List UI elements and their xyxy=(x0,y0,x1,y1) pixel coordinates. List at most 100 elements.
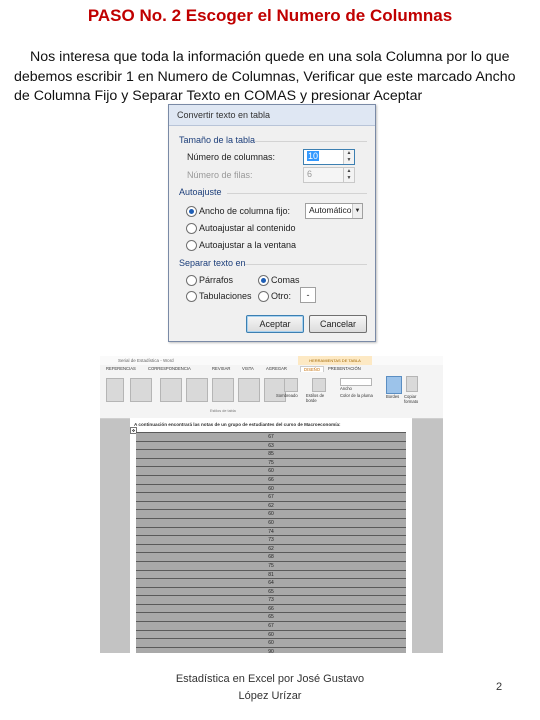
fixed-width-label: Ancho de columna fijo: xyxy=(199,206,291,216)
tab-revisar[interactable]: REVISAR xyxy=(212,366,230,371)
format-painter-icon[interactable] xyxy=(406,376,418,392)
word-ribbon: Serial de Estadística - Word HERRAMIENTA… xyxy=(100,356,443,419)
shading-label: Sombreado xyxy=(276,393,298,398)
document-page: A continuación encontrará las notas de u… xyxy=(130,418,412,653)
other-separator-input[interactable]: - xyxy=(300,287,316,303)
table-row[interactable]: 65 xyxy=(136,612,406,622)
paragraphs-radio[interactable] xyxy=(186,275,197,286)
table-style-thumb-icon[interactable] xyxy=(212,378,234,402)
ok-button[interactable]: Aceptar xyxy=(246,315,304,333)
grade-cell: 64 xyxy=(268,580,274,587)
fixed-width-radio[interactable] xyxy=(186,206,197,217)
table-row[interactable]: 65 xyxy=(136,586,406,596)
table-style-thumb-icon[interactable] xyxy=(186,378,208,402)
tab-agregar[interactable]: AGREGAR xyxy=(266,366,287,371)
spinner-arrows-icon: ▲ ▼ xyxy=(343,168,354,182)
grade-cell: 63 xyxy=(268,442,274,449)
table-row[interactable]: 75 xyxy=(136,560,406,570)
autofit-content-label: Autoajustar al contenido xyxy=(199,223,296,233)
tab-presentacion[interactable]: PRESENTACIÓN xyxy=(328,366,361,371)
table-row[interactable]: 60 xyxy=(136,517,406,527)
fixed-width-value: Automático xyxy=(309,205,352,215)
line-style-combo[interactable] xyxy=(340,378,372,386)
table-row[interactable]: 60 xyxy=(136,483,406,493)
table-size-group-label: Tamaño de la tabla xyxy=(179,135,256,145)
table-row[interactable]: 67 xyxy=(136,492,406,501)
page-title: PASO No. 2 Escoger el Numero de Columnas xyxy=(87,6,453,25)
table-row[interactable]: 67 xyxy=(136,621,406,630)
table-row[interactable]: 64 xyxy=(136,578,406,587)
pen-color-label: Color de la pluma xyxy=(340,393,373,398)
ribbon-group-label: Estilos de tabla xyxy=(210,409,236,413)
table-row[interactable]: 67 xyxy=(136,432,406,441)
grade-cell: 67 xyxy=(268,623,274,630)
table-row[interactable]: 74 xyxy=(136,526,406,536)
cancel-button[interactable]: Cancelar xyxy=(309,315,367,333)
borders-icon[interactable] xyxy=(386,376,402,394)
tabs-radio[interactable] xyxy=(186,291,197,302)
line-width-label: Ancho xyxy=(340,386,352,391)
autofit-content-radio[interactable] xyxy=(186,223,197,234)
table-row[interactable]: 73 xyxy=(136,595,406,604)
tab-correspondencia[interactable]: CORRESPONDENCIA xyxy=(148,366,191,371)
table-row[interactable]: 63 xyxy=(136,440,406,450)
table-style-option-icon[interactable] xyxy=(106,378,124,402)
table-row[interactable]: 66 xyxy=(136,474,406,484)
spinner-arrows-icon[interactable]: ▲ ▼ xyxy=(343,150,354,164)
grade-cell: 73 xyxy=(268,537,274,544)
table-row[interactable]: 62 xyxy=(136,543,406,553)
table-row[interactable]: 62 xyxy=(136,500,406,510)
grade-cell: 62 xyxy=(268,502,274,509)
table-row[interactable]: 85 xyxy=(136,449,406,458)
table-row[interactable]: 60 xyxy=(136,629,406,639)
fixed-width-combo[interactable]: Automático ▼ xyxy=(305,203,363,219)
rows-spinner: 6 ▲ ▼ xyxy=(303,167,355,183)
commas-label: Comas xyxy=(271,275,300,285)
tab-referencias[interactable]: REFERENCIAS xyxy=(106,366,136,371)
word-screenshot: Serial de Estadística - Word HERRAMIENTA… xyxy=(100,356,443,653)
columns-spinner[interactable]: 10 ▲ ▼ xyxy=(303,149,355,165)
columns-value: 10 xyxy=(307,151,320,161)
table-row[interactable]: 73 xyxy=(136,535,406,544)
instruction-paragraph: Nos interesa que toda la información que… xyxy=(14,48,529,107)
table-row[interactable]: 90 xyxy=(136,646,406,653)
border-styles-icon[interactable] xyxy=(312,378,326,392)
footer-line-2: López Urízar xyxy=(238,690,302,702)
grade-cell: 90 xyxy=(268,648,274,653)
borders-label: Bordes xyxy=(386,394,400,399)
rows-value: 6 xyxy=(307,169,313,179)
table-style-thumb-icon[interactable] xyxy=(160,378,182,402)
dropdown-arrow-icon[interactable]: ▼ xyxy=(352,204,362,218)
group-divider xyxy=(255,141,367,142)
grade-cell: 60 xyxy=(268,468,274,475)
tab-vista[interactable]: VISTA xyxy=(242,366,254,371)
table-row[interactable]: 81 xyxy=(136,569,406,579)
dialog-title: Convertir texto en tabla xyxy=(169,105,375,126)
commas-radio[interactable] xyxy=(258,275,269,286)
autofit-window-radio[interactable] xyxy=(186,240,197,251)
other-label: Otro: xyxy=(271,291,292,301)
grade-cell: 81 xyxy=(268,571,274,578)
table-row[interactable]: 60 xyxy=(136,466,406,475)
shading-icon[interactable] xyxy=(284,378,298,392)
grade-cell: 66 xyxy=(268,476,274,483)
table-row[interactable]: 66 xyxy=(136,603,406,613)
table-style-thumb-icon[interactable] xyxy=(264,378,286,402)
rows-label: Número de filas: xyxy=(187,170,253,180)
table-row[interactable]: 60 xyxy=(136,509,406,518)
table-style-thumb-icon[interactable] xyxy=(238,378,260,402)
table-row[interactable]: 75 xyxy=(136,457,406,467)
autofit-window-label: Autoajustar a la ventana xyxy=(199,240,297,250)
table-row[interactable]: 60 xyxy=(136,638,406,647)
paragraphs-label: Párrafos xyxy=(199,275,234,285)
grade-cell: 75 xyxy=(268,459,274,466)
other-radio[interactable] xyxy=(258,291,269,302)
grades-table: 67 63 85 75 60 66 60 67 62 60 60 74 73 62 68 75 81 64 65 73… xyxy=(136,432,406,653)
tab-diseno[interactable]: DISEÑO xyxy=(300,366,325,372)
grade-cell: 60 xyxy=(268,640,274,647)
table-style-option-icon[interactable] xyxy=(130,378,152,402)
grade-cell: 62 xyxy=(268,545,274,552)
copy-format-label: Copiar formato xyxy=(404,394,419,404)
grade-cell: 68 xyxy=(268,554,274,561)
table-row[interactable]: 68 xyxy=(136,552,406,561)
